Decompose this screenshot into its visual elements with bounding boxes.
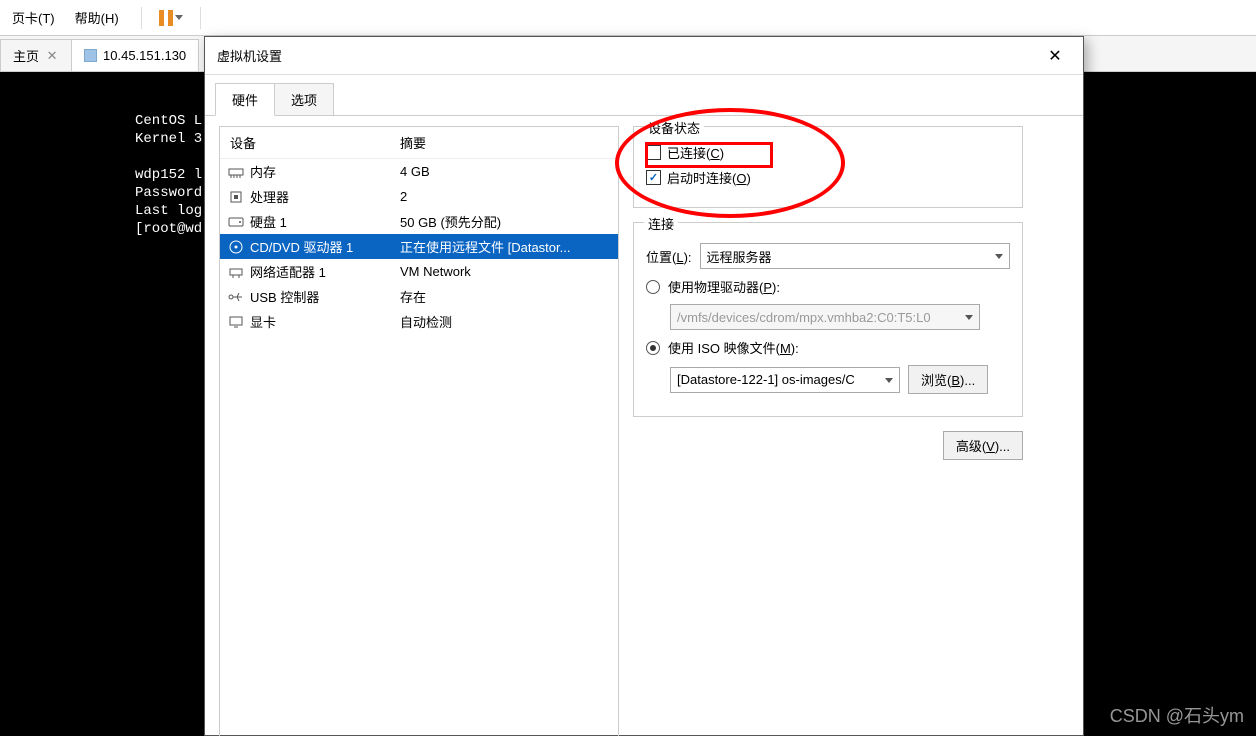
device-row[interactable]: USB 控制器存在: [220, 284, 618, 309]
location-label: 位置(L):: [646, 247, 692, 266]
usb-icon: [226, 289, 246, 305]
connected-label: 已连接(C): [667, 143, 724, 162]
device-name: 显卡: [250, 312, 400, 331]
menu-tabs[interactable]: 页卡(T): [6, 4, 61, 31]
chevron-down-icon: [885, 378, 893, 383]
device-summary: 2: [400, 189, 612, 204]
device-summary: 自动检测: [400, 312, 612, 331]
tab-home[interactable]: 主页 ✕: [0, 39, 72, 71]
connect-on-start-checkbox[interactable]: [646, 170, 661, 185]
iso-file-select[interactable]: [Datastore-122-1] os-images/C: [670, 367, 900, 393]
cpu-icon: [226, 189, 246, 205]
terminal-output: CentOS L Kernel 3 wdp152 l Password Last…: [0, 112, 202, 238]
device-summary: 50 GB (预先分配): [400, 212, 612, 231]
tab-options[interactable]: 选项: [274, 83, 334, 116]
connection-group: 连接 位置(L): 远程服务器 使用物理驱动器(P):: [633, 222, 1023, 417]
dialog-tabs: 硬件 选项: [215, 83, 1083, 116]
dialog-body: 设备 摘要 内存4 GB处理器2硬盘 150 GB (预先分配)CD/DVD 驱…: [205, 115, 1083, 736]
device-row[interactable]: 硬盘 150 GB (预先分配): [220, 209, 618, 234]
header-device: 设备: [230, 133, 400, 152]
chevron-down-icon: [175, 15, 183, 20]
device-rows: 内存4 GB处理器2硬盘 150 GB (预先分配)CD/DVD 驱动器 1正在…: [220, 159, 618, 334]
device-name: USB 控制器: [250, 287, 400, 306]
iso-file-radio[interactable]: [646, 341, 660, 355]
menu-help[interactable]: 帮助(H): [69, 4, 125, 31]
physical-drive-select: /vmfs/devices/cdrom/mpx.vmhba2:C0:T5:L0: [670, 304, 980, 330]
right-pane: 设备状态 已连接(C) 启动时连接(O) 连接: [633, 126, 1069, 736]
device-status-group: 设备状态 已连接(C) 启动时连接(O): [633, 126, 1023, 208]
display-icon: [226, 314, 246, 330]
device-row[interactable]: 处理器2: [220, 184, 618, 209]
close-icon[interactable]: ✕: [45, 49, 59, 63]
tab-ip-label: 10.45.151.130: [103, 48, 186, 63]
device-name: 网络适配器 1: [250, 262, 400, 281]
device-list: 设备 摘要 内存4 GB处理器2硬盘 150 GB (预先分配)CD/DVD 驱…: [219, 126, 619, 736]
tab-home-label: 主页: [13, 46, 39, 65]
device-summary: VM Network: [400, 264, 612, 279]
tab-ip[interactable]: 10.45.151.130: [71, 39, 199, 71]
device-name: 硬盘 1: [250, 212, 400, 231]
device-row[interactable]: 内存4 GB: [220, 159, 618, 184]
dialog-close-button[interactable]: ✕: [1039, 40, 1071, 72]
net-icon: [226, 264, 246, 280]
disk-icon: [226, 214, 246, 230]
device-list-header: 设备 摘要: [220, 127, 618, 159]
chevron-down-icon: [965, 315, 973, 320]
menu-divider-2: [200, 7, 201, 29]
menubar: 页卡(T) 帮助(H): [0, 0, 1256, 36]
watermark: CSDN @石头ym: [1110, 702, 1244, 728]
tab-hardware[interactable]: 硬件: [215, 83, 275, 116]
header-summary: 摘要: [400, 133, 426, 152]
device-summary: 4 GB: [400, 164, 612, 179]
device-status-title: 设备状态: [644, 118, 704, 137]
dialog-title: 虚拟机设置: [217, 46, 1039, 65]
device-row[interactable]: CD/DVD 驱动器 1正在使用远程文件 [Datastor...: [220, 234, 618, 259]
connect-on-start-label: 启动时连接(O): [667, 168, 751, 187]
cd-icon: [226, 239, 246, 255]
pause-button[interactable]: [158, 5, 184, 31]
connection-title: 连接: [644, 214, 678, 233]
menu-divider: [141, 7, 142, 29]
device-summary: 存在: [400, 287, 612, 306]
device-name: 处理器: [250, 187, 400, 206]
physical-drive-label: 使用物理驱动器(P):: [668, 277, 780, 296]
device-row[interactable]: 显卡自动检测: [220, 309, 618, 334]
pause-icon: [159, 10, 173, 26]
device-name: 内存: [250, 162, 400, 181]
device-row[interactable]: 网络适配器 1VM Network: [220, 259, 618, 284]
chevron-down-icon: [995, 254, 1003, 259]
location-value: 远程服务器: [707, 247, 772, 266]
physical-drive-radio[interactable]: [646, 280, 660, 294]
advanced-button[interactable]: 高级(V)...: [943, 431, 1023, 460]
vm-icon: [84, 49, 97, 62]
vm-settings-dialog: 虚拟机设置 ✕ 硬件 选项 设备 摘要 内存4 GB处理器2硬盘 150 GB …: [204, 36, 1084, 736]
physical-drive-value: /vmfs/devices/cdrom/mpx.vmhba2:C0:T5:L0: [677, 310, 931, 325]
location-select[interactable]: 远程服务器: [700, 243, 1010, 269]
dialog-titlebar: 虚拟机设置 ✕: [205, 37, 1083, 75]
connected-checkbox[interactable]: [646, 145, 661, 160]
content-area: CentOS L Kernel 3 wdp152 l Password Last…: [0, 72, 1256, 736]
memory-icon: [226, 164, 246, 180]
device-summary: 正在使用远程文件 [Datastor...: [400, 237, 612, 256]
iso-file-label: 使用 ISO 映像文件(M):: [668, 338, 799, 357]
device-name: CD/DVD 驱动器 1: [250, 237, 400, 256]
browse-button[interactable]: 浏览(B)...: [908, 365, 988, 394]
iso-file-value: [Datastore-122-1] os-images/C: [677, 372, 855, 387]
